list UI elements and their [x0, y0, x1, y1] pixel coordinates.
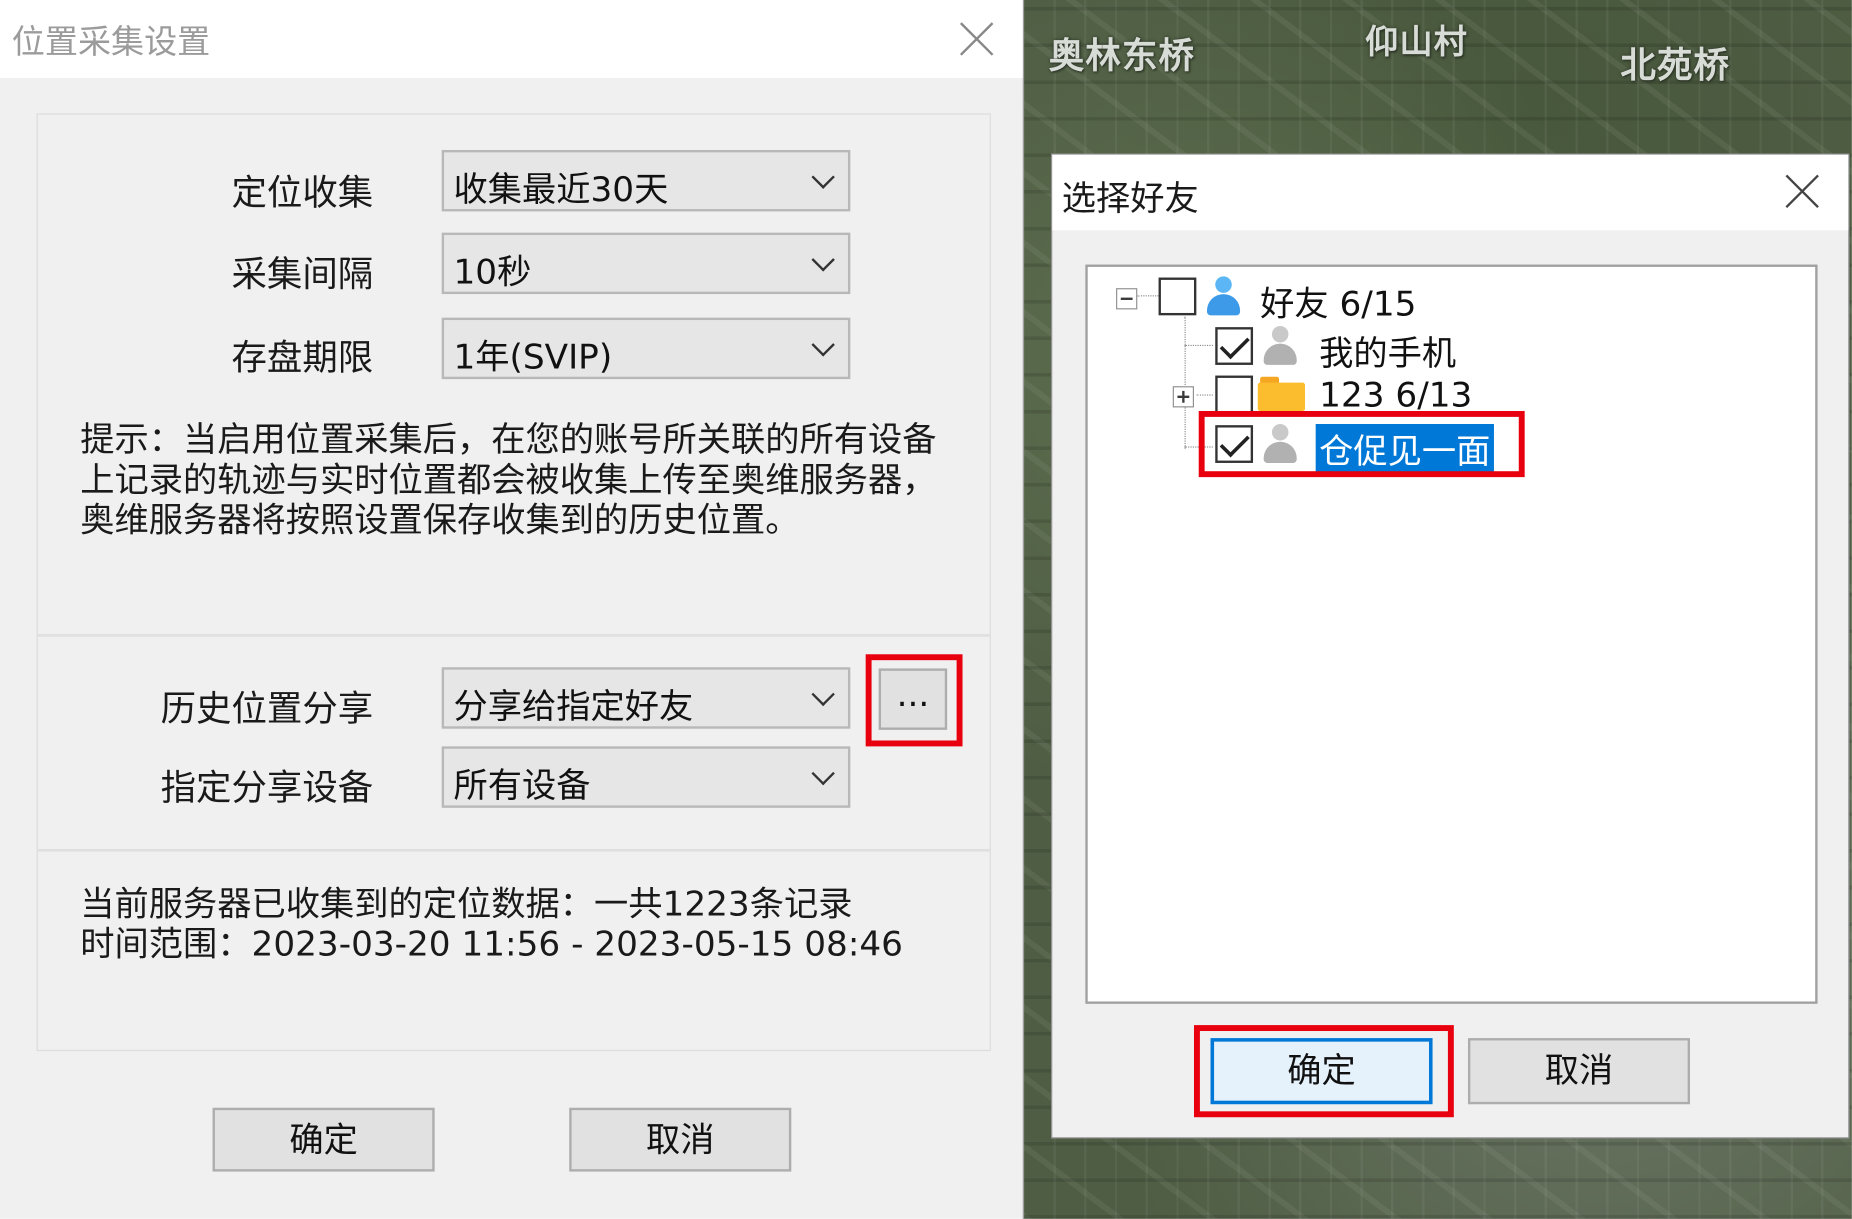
- checkbox-my-phone[interactable]: [1215, 327, 1254, 365]
- right-dialog-close-icon[interactable]: [1784, 174, 1819, 209]
- right-cancel-button[interactable]: 取消: [1467, 1038, 1691, 1105]
- left-dialog-close-icon[interactable]: [959, 21, 994, 56]
- map-label-beiyuan-bridge: 北苑桥: [1620, 44, 1731, 87]
- right-ok-button[interactable]: 确定: [1210, 1038, 1433, 1105]
- map-label-yangshan-village: 仰山村: [1365, 22, 1469, 62]
- person-gray-icon: [1262, 423, 1297, 464]
- tree-node-my-phone[interactable]: 我的手机: [1088, 324, 1797, 373]
- choose-friends-more-button[interactable]: ...: [878, 668, 948, 730]
- field-label-history-share: 历史位置分享: [160, 688, 374, 730]
- person-gray-icon: [1262, 325, 1297, 366]
- location-collect-value: 收集最近30天: [453, 168, 669, 210]
- server-data-info: 当前服务器已收集到的定位数据：一共1223条记录 时间范围：2023-03-20…: [80, 883, 903, 963]
- history-share-select[interactable]: 分享给指定好友: [441, 667, 851, 729]
- storage-period-select[interactable]: 1年(SVIP): [441, 317, 851, 380]
- select-friends-dialog: 选择好友 好友 6/15 我的手机 123 6/13 仓促见一面 确定 取消: [1051, 153, 1850, 1139]
- checkbox-friend-selected[interactable]: [1215, 425, 1254, 463]
- collection-hint-text: 提示：当启用位置采集后，在您的账号所关联的所有设备上记录的轨迹与实时位置都会被收…: [80, 419, 937, 540]
- left-ok-button[interactable]: 确定: [212, 1107, 435, 1172]
- right-dialog-title: 选择好友: [1061, 178, 1199, 219]
- collapse-toggle-icon[interactable]: [1116, 288, 1138, 310]
- server-record-count-text: 当前服务器已收集到的定位数据：一共1223条记录: [80, 883, 853, 924]
- right-dialog-titlebar: 选择好友: [1052, 154, 1849, 231]
- checkbox-group-123[interactable]: [1215, 375, 1254, 414]
- history-share-value: 分享给指定好友: [453, 686, 694, 727]
- share-device-select[interactable]: 所有设备: [441, 746, 851, 808]
- storage-period-value: 1年(SVIP): [453, 336, 613, 377]
- left-dialog-titlebar: 位置采集设置: [0, 0, 1023, 78]
- left-dialog-title: 位置采集设置: [11, 22, 211, 62]
- location-collection-settings-dialog: 位置采集设置 定位收集 收集最近30天 采集间隔 10秒 存盘期限 1年(SVI…: [0, 0, 1024, 1219]
- field-label-location-collect: 定位收集: [231, 172, 374, 214]
- tree-node-label: 好友 6/15: [1260, 283, 1417, 324]
- share-device-value: 所有设备: [453, 765, 591, 806]
- chevron-down-icon: [813, 252, 834, 273]
- collect-interval-select[interactable]: 10秒: [441, 232, 851, 295]
- tree-node-friends[interactable]: 好友 6/15: [1088, 274, 1797, 324]
- tree-node-label: 123 6/13: [1319, 374, 1473, 415]
- field-label-share-device: 指定分享设备: [160, 767, 374, 809]
- tree-node-label: 我的手机: [1319, 333, 1457, 374]
- friends-tree[interactable]: 好友 6/15 我的手机 123 6/13 仓促见一面: [1085, 264, 1818, 1004]
- chevron-down-icon: [813, 686, 834, 707]
- left-cancel-button[interactable]: 取消: [569, 1107, 792, 1172]
- field-label-collect-interval: 采集间隔: [231, 253, 374, 296]
- tree-node-group-123[interactable]: 123 6/13: [1088, 372, 1797, 419]
- field-label-storage-period: 存盘期限: [231, 337, 374, 380]
- folder-icon: [1257, 376, 1306, 412]
- map-label-aolin-east-bridge: 奥林东桥: [1048, 35, 1196, 77]
- location-collect-select[interactable]: 收集最近30天: [441, 149, 851, 212]
- collect-interval-value: 10秒: [453, 251, 532, 292]
- person-blue-icon: [1206, 276, 1241, 316]
- expand-toggle-icon[interactable]: [1172, 386, 1194, 408]
- server-time-range-text: 时间范围：2023-03-20 11:56 - 2023-05-15 08:46: [80, 923, 903, 964]
- tree-node-label-selected: 仓促见一面: [1314, 422, 1496, 475]
- chevron-down-icon: [813, 337, 834, 358]
- chevron-down-icon: [813, 765, 834, 786]
- chevron-down-icon: [813, 169, 834, 190]
- tree-node-friend-selected[interactable]: 仓促见一面: [1088, 422, 1797, 475]
- checkbox-friends[interactable]: [1158, 277, 1197, 316]
